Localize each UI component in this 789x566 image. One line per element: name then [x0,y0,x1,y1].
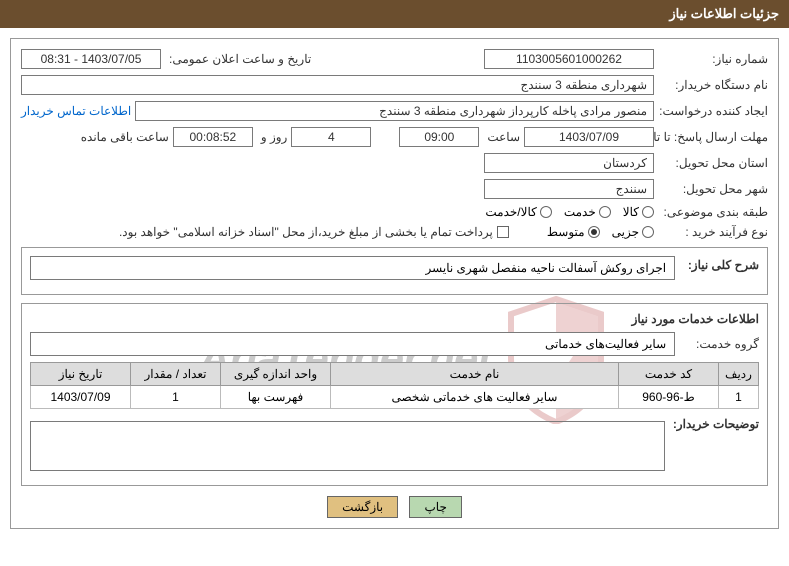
radio-kala[interactable]: کالا [623,205,654,219]
province-field: کردستان [484,153,654,173]
treasury-checkbox[interactable] [497,226,509,238]
radio-motavaset[interactable]: متوسط [547,225,600,239]
desc-text: اجرای روکش آسفالت ناحیه منفصل شهری نایسر [30,256,675,280]
announce-label: تاریخ و ساعت اعلان عمومی: [165,52,311,66]
notes-textarea[interactable] [30,421,665,471]
requester-label: ایجاد کننده درخواست: [658,104,768,118]
th-qty: تعداد / مقدار [131,363,221,386]
days-suffix: روز و [257,130,288,144]
page-title: جزئیات اطلاعات نیاز [0,0,789,28]
services-section: اطلاعات خدمات مورد نیاز گروه خدمت: سایر … [21,303,768,486]
deadline-label: مهلت ارسال پاسخ: تا تاریخ: [658,130,768,144]
payment-note: پرداخت تمام یا بخشی از مبلغ خرید،از محل … [115,225,493,239]
radio-kala-khedmat[interactable]: کالا/خدمت [485,205,551,219]
requester-field: منصور مرادی پاخله کارپرداز شهرداری منطقه… [135,101,654,121]
category-radio-group: کالا خدمت کالا/خدمت [485,205,654,219]
th-unit: واحد اندازه گیری [221,363,331,386]
th-date: تاریخ نیاز [31,363,131,386]
print-button[interactable]: چاپ [409,496,461,518]
need-no-field: 1103005601000262 [484,49,654,69]
th-row: ردیف [719,363,759,386]
radio-khedmat[interactable]: خدمت [564,205,611,219]
purchase-type-radio-group: جزیی متوسط [547,225,654,239]
city-label: شهر محل تحویل: [658,182,768,196]
radio-jozi[interactable]: جزیی [612,225,654,239]
days-field: 4 [291,127,371,147]
deadline-date-field: 1403/07/09 [524,127,654,147]
th-code: کد خدمت [619,363,719,386]
desc-title: شرح کلی نیاز: [679,258,759,272]
service-group-label: گروه خدمت: [679,337,759,351]
services-table: ردیف کد خدمت نام خدمت واحد اندازه گیری ت… [30,362,759,409]
category-label: طبقه بندی موضوعی: [658,205,768,219]
table-row: 1 ط-96-960 سایر فعالیت های خدماتی شخصی ف… [31,386,759,409]
city-field: سنندج [484,179,654,199]
buyer-org-field: شهرداری منطقه 3 سنندج [21,75,654,95]
description-section: شرح کلی نیاز: اجرای روکش آسفالت ناحیه من… [21,247,768,295]
contact-link[interactable]: اطلاعات تماس خریدار [21,104,131,118]
service-group-field: سایر فعالیت‌های خدماتی [30,332,675,356]
deadline-time-field: 09:00 [399,127,479,147]
time-label: ساعت [483,130,520,144]
need-no-label: شماره نیاز: [658,52,768,66]
province-label: استان محل تحویل: [658,156,768,170]
buyer-org-label: نام دستگاه خریدار: [658,78,768,92]
purchase-type-label: نوع فرآیند خرید : [658,225,768,239]
announce-field: 1403/07/05 - 08:31 [21,49,161,69]
remaining-label: ساعت باقی مانده [77,130,169,144]
back-button[interactable]: بازگشت [327,496,398,518]
th-name: نام خدمت [331,363,619,386]
services-heading: اطلاعات خدمات مورد نیاز [30,312,759,326]
notes-label: توضیحات خریدار: [669,417,759,431]
countdown-field: 00:08:52 [173,127,253,147]
